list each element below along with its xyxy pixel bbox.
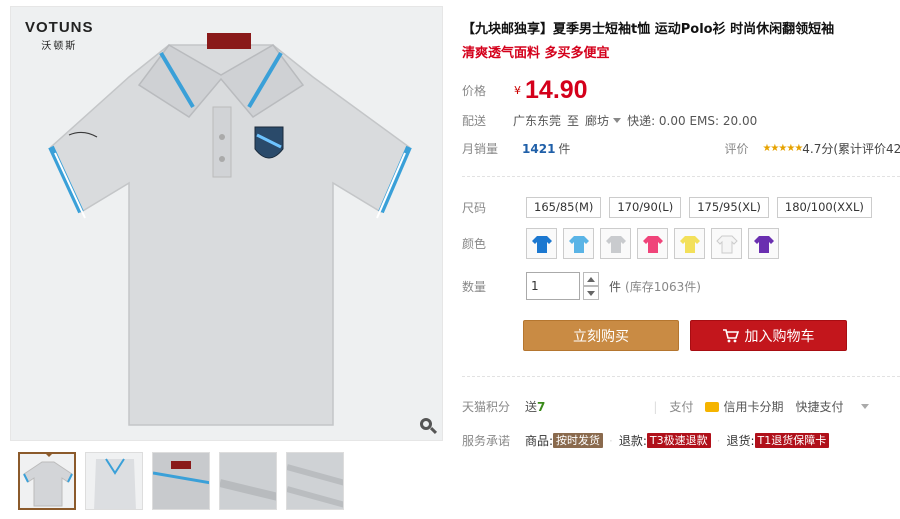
points-prefix: 送	[525, 400, 538, 414]
points-value: 7	[537, 399, 546, 414]
size-label: 尺码	[462, 201, 487, 215]
review-link[interactable]: 4.7分(累计评价42	[802, 140, 900, 157]
service-badge-return[interactable]: T1退货保障卡	[754, 433, 830, 448]
divider	[462, 376, 900, 377]
chevron-down-icon[interactable]	[613, 118, 622, 123]
service-badge-on-time[interactable]: 按时发货	[553, 433, 604, 448]
add-to-cart-button[interactable]: 加入购物车	[690, 320, 847, 351]
stock-text: (库存1063件)	[625, 279, 701, 294]
buy-now-label: 立刻购买	[573, 328, 629, 345]
ship-from: 广东东莞	[513, 114, 562, 128]
zoom-icon[interactable]	[418, 416, 438, 436]
shipping-label: 配送	[462, 114, 487, 128]
color-swatch-blue[interactable]	[526, 228, 557, 259]
sales-label: 月销量	[462, 142, 499, 156]
service-item-prefix: 退款:	[618, 434, 647, 448]
color-swatch-white[interactable]	[711, 228, 742, 259]
tmall-points-label: 天猫积分	[462, 400, 511, 414]
main-product-image[interactable]: VOTUNS 沃顿斯	[10, 6, 443, 441]
add-to-cart-label: 加入购物车	[744, 328, 815, 345]
color-swatch-pink[interactable]	[637, 228, 668, 259]
price-currency: ¥	[514, 84, 522, 97]
rating-stars-icon: ★★★★★	[762, 143, 803, 154]
quantity-unit: 件	[609, 279, 622, 294]
service-item-prefix: 退货:	[726, 434, 755, 448]
buy-now-button[interactable]: 立刻购买	[523, 320, 679, 351]
sales-count: 1421	[522, 141, 556, 156]
size-option-m[interactable]: 165/85(M)	[526, 197, 602, 218]
service-label: 服务承诺	[462, 434, 511, 448]
credit-card-icon	[705, 401, 720, 412]
review-label: 评价	[724, 142, 749, 156]
color-label: 颜色	[462, 237, 487, 251]
quantity-stepper	[583, 272, 599, 300]
brand-logo: VOTUNS 沃顿斯	[25, 19, 94, 52]
cart-icon	[722, 328, 739, 342]
thumbnail-2[interactable]	[85, 452, 143, 510]
size-option-xxl[interactable]: 180/100(XXL)	[776, 197, 872, 218]
ship-destination-select[interactable]: 廊坊	[585, 112, 609, 129]
product-title: 【九块邮独享】夏季男士短袖t恤 运动Polo衫 时尚休闲翻领短袖	[462, 22, 835, 37]
service-item-prefix: 商品:	[525, 434, 554, 448]
product-subtitle: 清爽透气面料 多买多便宜	[462, 46, 610, 61]
color-swatch-yellow[interactable]	[674, 228, 705, 259]
payment-label: 支付	[669, 400, 694, 414]
sales-unit: 件	[558, 142, 571, 156]
color-swatch-light-blue[interactable]	[563, 228, 594, 259]
brand-name-en: VOTUNS	[25, 19, 94, 36]
credit-installment[interactable]: 信用卡分期	[723, 398, 783, 415]
quantity-decrease-button[interactable]	[583, 286, 599, 300]
service-badge-refund[interactable]: T3极速退款	[646, 433, 711, 448]
color-swatch-purple[interactable]	[748, 228, 779, 259]
ship-fees: 快递: 0.00 EMS: 20.00	[627, 114, 758, 128]
thumbnail-4[interactable]	[219, 452, 277, 510]
thumbnail-5[interactable]	[286, 452, 344, 510]
color-swatch-grey[interactable]	[600, 228, 631, 259]
price-label: 价格	[462, 84, 487, 98]
polo-shirt-image	[48, 33, 412, 426]
thumbnail-1[interactable]	[18, 452, 76, 510]
quick-pay[interactable]: 快捷支付	[795, 398, 843, 415]
ship-to-word: 至	[567, 114, 580, 128]
thumbnail-strip	[18, 452, 344, 510]
quantity-input[interactable]	[526, 272, 580, 300]
quantity-label: 数量	[462, 279, 487, 294]
price-value: 14.90	[525, 76, 588, 104]
divider	[462, 176, 900, 177]
chevron-down-icon[interactable]	[861, 404, 870, 409]
thumbnail-3[interactable]	[152, 452, 210, 510]
quantity-increase-button[interactable]	[583, 272, 599, 286]
size-option-xl[interactable]: 175/95(XL)	[689, 197, 769, 218]
brand-name-cn: 沃顿斯	[41, 41, 78, 52]
size-option-l[interactable]: 170/90(L)	[609, 197, 682, 218]
